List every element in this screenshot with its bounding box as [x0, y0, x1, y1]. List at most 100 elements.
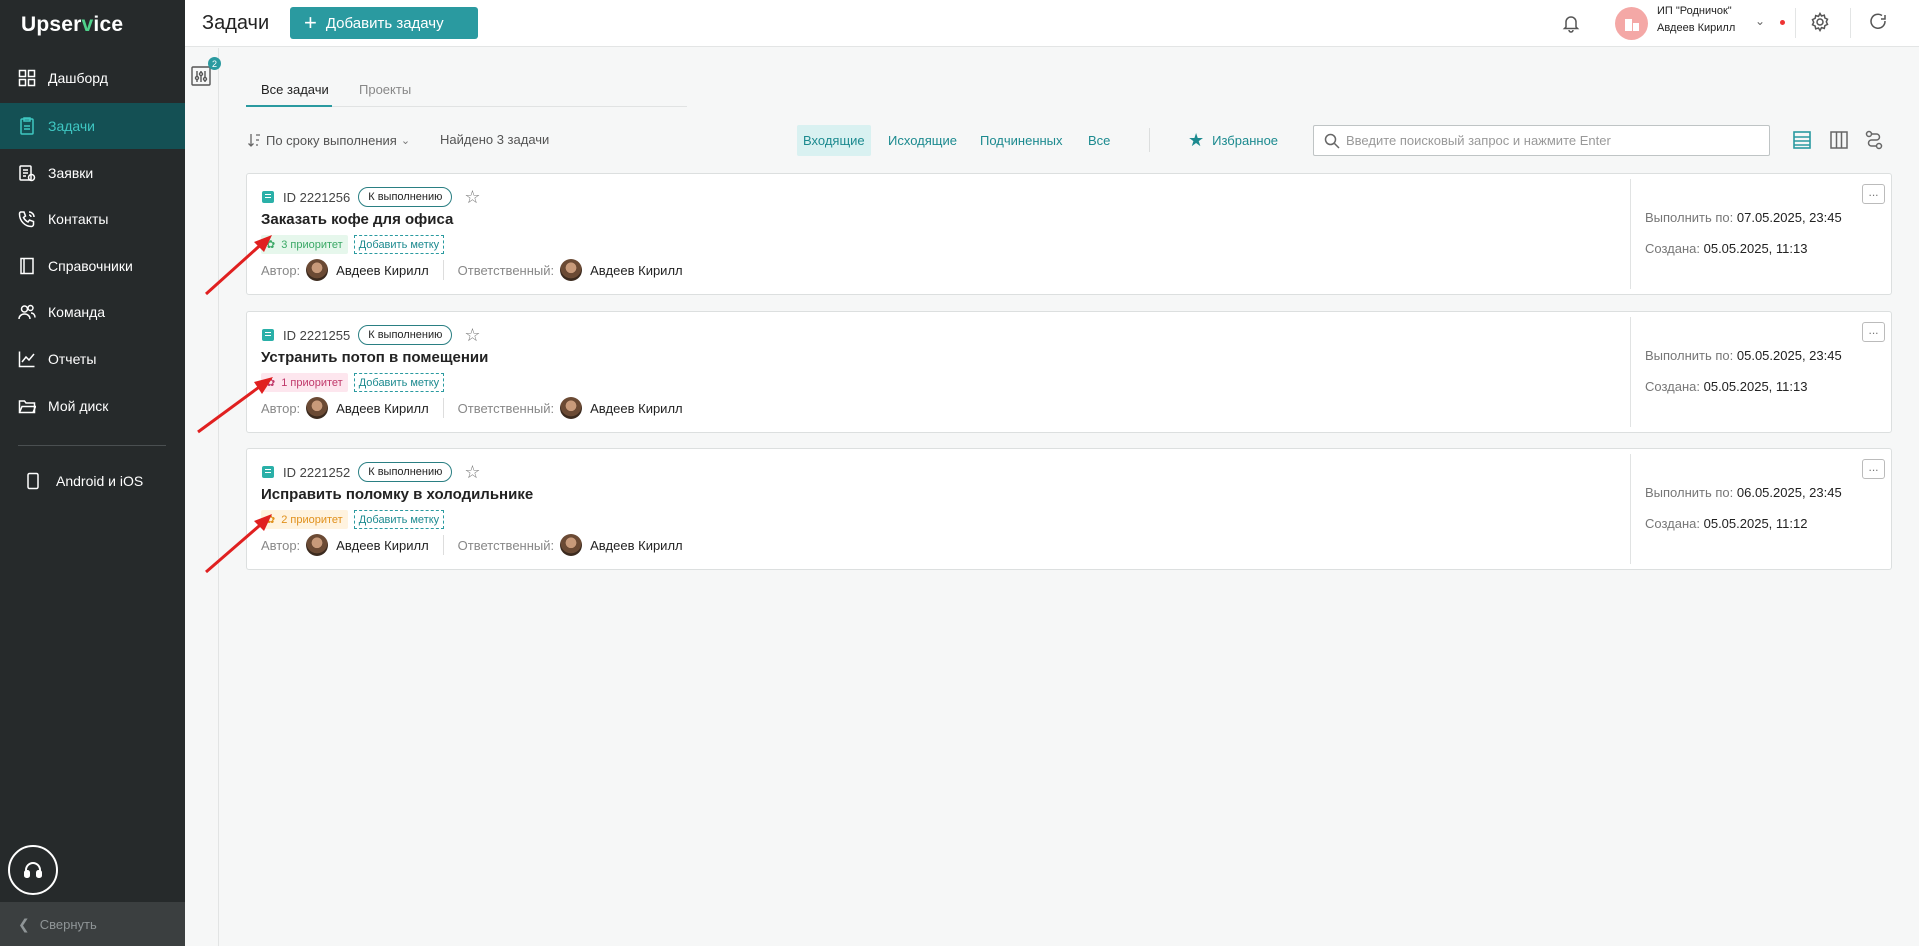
author-name[interactable]: Авдеев Кирилл	[336, 538, 429, 553]
task-people: Автор: Авдеев Кирилл Ответственный: Авде…	[261, 397, 683, 419]
task-header: ID 2221256 К выполнению ☆	[262, 187, 481, 207]
more-options-button[interactable]: ...	[1862, 322, 1885, 342]
sidebar-item-dashboard[interactable]: Дашборд	[0, 55, 185, 101]
task-card[interactable]: ID 2221252 К выполнению ☆ Исправить поло…	[246, 448, 1892, 570]
created-date: Создана: 05.05.2025, 11:13	[1645, 379, 1807, 394]
task-card[interactable]: ID 2221256 К выполнению ☆ Заказать кофе …	[246, 173, 1892, 295]
sidebar-item-label: Мой диск	[48, 398, 109, 414]
plus-icon: +	[304, 10, 317, 35]
task-title[interactable]: Устранить потоп в помещении	[261, 349, 488, 366]
sidebar-item-team[interactable]: Команда	[0, 289, 185, 335]
responsible-name[interactable]: Авдеев Кирилл	[590, 538, 683, 553]
requests-icon	[19, 165, 36, 182]
star-outline-icon[interactable]: ☆	[464, 463, 480, 481]
card-divider	[1630, 317, 1631, 427]
more-options-button[interactable]: ...	[1862, 459, 1885, 479]
logout-icon[interactable]	[1868, 11, 1888, 31]
sidebar-item-label: Задачи	[48, 118, 96, 134]
notification-dot	[1780, 20, 1785, 25]
sidebar-item-directories[interactable]: Справочники	[0, 243, 185, 289]
status-badge[interactable]: К выполнению	[358, 187, 453, 207]
workflow-view-icon[interactable]	[1864, 130, 1884, 150]
favorites-filter[interactable]: ★ Избранное	[1188, 130, 1278, 151]
task-id: ID 2221256	[283, 189, 351, 205]
sidebar-item-contacts[interactable]: Контакты	[0, 196, 185, 242]
created-label: Создана:	[1645, 516, 1700, 531]
tab-projects[interactable]: Проекты	[359, 82, 411, 97]
task-header: ID 2221252 К выполнению ☆	[262, 462, 481, 482]
bell-icon[interactable]	[1561, 13, 1581, 33]
filter-toggle-button[interactable]: 2	[191, 57, 221, 86]
created-label: Создана:	[1645, 241, 1700, 256]
star-outline-icon[interactable]: ☆	[464, 326, 480, 344]
app-logo[interactable]: Upservice	[21, 13, 123, 37]
scope-incoming[interactable]: Входящие	[797, 125, 871, 156]
due-date: Выполнить по: 06.05.2025, 23:45	[1645, 485, 1842, 500]
filter-column: 2	[185, 48, 221, 946]
task-title[interactable]: Заказать кофе для офиса	[261, 211, 453, 228]
scope-all[interactable]: Все	[1082, 125, 1116, 156]
gear-icon[interactable]	[1810, 12, 1830, 32]
sidebar-item-reports[interactable]: Отчеты	[0, 336, 185, 382]
status-badge[interactable]: К выполнению	[358, 462, 453, 482]
task-header: ID 2221255 К выполнению ☆	[262, 325, 481, 345]
sidebar-item-label: Команда	[48, 304, 106, 320]
sidebar-item-label: Отчеты	[48, 351, 97, 367]
sidebar-item-tasks[interactable]: Задачи	[0, 103, 185, 149]
sidebar-item-my-disk[interactable]: Мой диск	[0, 383, 185, 429]
org-avatar[interactable]	[1615, 7, 1648, 40]
scope-outgoing[interactable]: Исходящие	[882, 125, 963, 156]
due-label: Выполнить по:	[1645, 485, 1734, 500]
task-labels: ✿ 2 приоритет Добавить метку	[261, 510, 445, 529]
org-name[interactable]: ИП "Родничок"	[1657, 5, 1732, 17]
chevron-down-icon[interactable]: ⌄	[1755, 14, 1765, 28]
task-type-icon	[262, 466, 274, 478]
favorites-label: Избранное	[1212, 133, 1279, 148]
tab-all-tasks[interactable]: Все задачи	[261, 82, 329, 97]
task-card[interactable]: ID 2221255 К выполнению ☆ Устранить пото…	[246, 311, 1892, 433]
search-input[interactable]	[1346, 133, 1746, 148]
header-divider	[1795, 8, 1796, 38]
created-date: Создана: 05.05.2025, 11:12	[1645, 516, 1807, 531]
scope-subordinates[interactable]: Подчиненных	[974, 125, 1069, 156]
sidebar-item-label: Дашборд	[48, 70, 108, 86]
add-label-button[interactable]: Добавить метку	[353, 235, 445, 254]
add-label-button[interactable]: Добавить метку	[353, 510, 445, 529]
author-name[interactable]: Авдеев Кирилл	[336, 401, 429, 416]
task-id: ID 2221255	[283, 327, 351, 343]
task-labels: ✿ 1 приоритет Добавить метку	[261, 373, 445, 392]
star-outline-icon[interactable]: ☆	[464, 188, 480, 206]
status-badge[interactable]: К выполнению	[358, 325, 453, 345]
annotation-arrow	[205, 514, 272, 574]
filter-count-badge: 2	[208, 57, 221, 70]
sidebar-item-mobile-apps[interactable]: Android и iOS	[0, 458, 185, 504]
sidebar-item-requests[interactable]: Заявки	[0, 150, 185, 196]
created-value: 05.05.2025, 11:13	[1703, 379, 1808, 394]
task-type-icon	[262, 329, 274, 341]
task-title[interactable]: Исправить поломку в холодильнике	[261, 486, 533, 503]
author-name[interactable]: Авдеев Кирилл	[336, 263, 429, 278]
collapse-sidebar-button[interactable]: ❮ Свернуть	[0, 902, 185, 946]
task-people: Автор: Авдеев Кирилл Ответственный: Авде…	[261, 534, 683, 556]
responsible-name[interactable]: Авдеев Кирилл	[590, 401, 683, 416]
board-view-icon[interactable]	[1829, 130, 1849, 150]
avatar	[306, 534, 329, 556]
more-options-button[interactable]: ...	[1862, 184, 1885, 204]
list-view-icon[interactable]	[1792, 130, 1812, 150]
support-button[interactable]	[8, 845, 58, 895]
dashboard-icon	[18, 69, 36, 87]
add-task-button[interactable]: + Добавить задачу	[290, 7, 478, 39]
tasks-icon	[20, 117, 34, 135]
due-value: 07.05.2025, 23:45	[1736, 210, 1842, 225]
responsible-label: Ответственный:	[457, 262, 555, 278]
sort-dropdown[interactable]: По сроку выполнения ⌄	[247, 132, 410, 148]
collapse-label: Свернуть	[39, 916, 97, 932]
sort-label: По сроку выполнения	[266, 132, 397, 148]
user-name[interactable]: Авдеев Кирилл	[1657, 22, 1735, 34]
sidebar-item-label: Android и iOS	[56, 473, 144, 489]
task-id: ID 2221252	[283, 464, 351, 480]
add-label-button[interactable]: Добавить метку	[353, 373, 445, 392]
search-box	[1313, 125, 1770, 156]
responsible-name[interactable]: Авдеев Кирилл	[590, 263, 683, 278]
avatar	[560, 534, 583, 556]
